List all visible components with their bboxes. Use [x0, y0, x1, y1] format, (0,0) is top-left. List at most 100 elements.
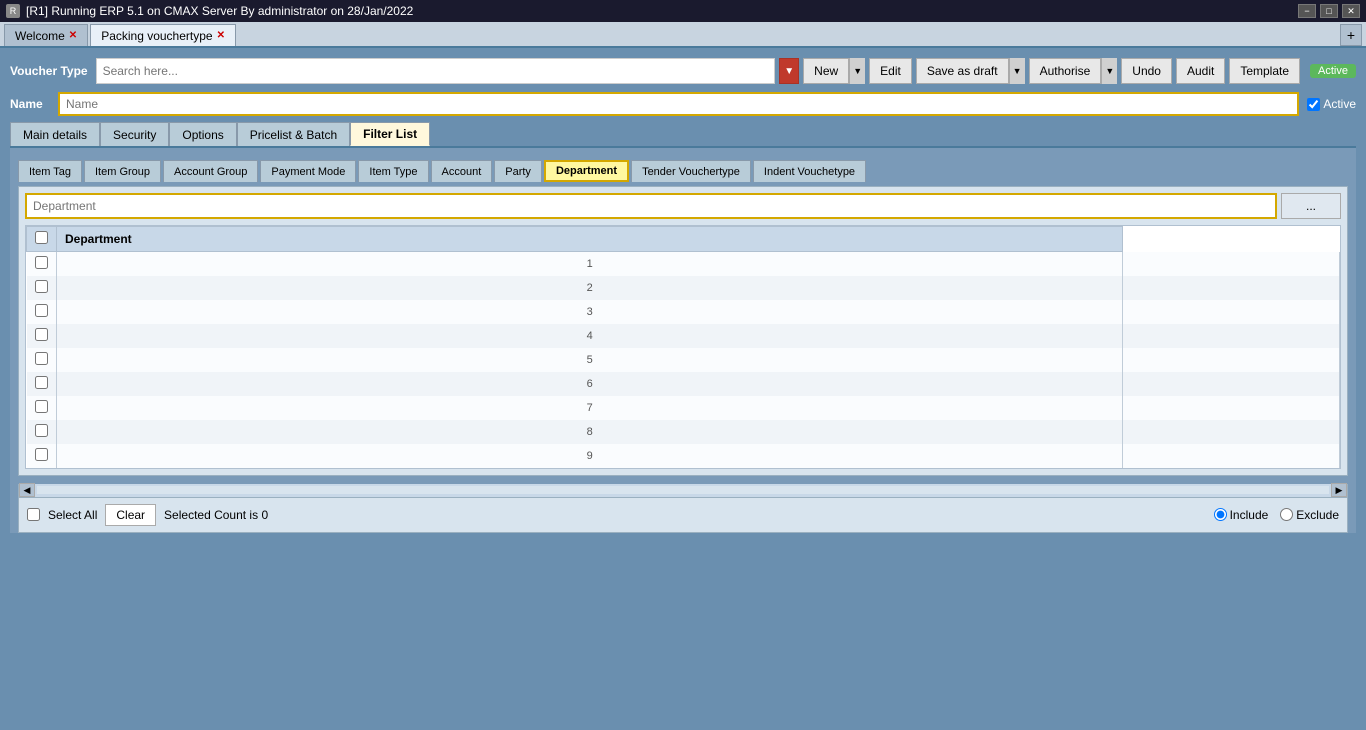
row-checkbox[interactable] [35, 400, 48, 413]
department-search-input[interactable] [25, 193, 1277, 219]
row-checkbox[interactable] [35, 304, 48, 317]
table-row[interactable]: 8 [27, 420, 1340, 444]
subtab-options[interactable]: Options [169, 122, 236, 146]
undo-button[interactable]: Undo [1121, 58, 1172, 84]
include-label: Include [1230, 508, 1269, 522]
row-number: 2 [57, 276, 1123, 300]
save-as-draft-button[interactable]: Save as draft [916, 58, 1009, 84]
hscroll-track[interactable] [37, 486, 1329, 494]
new-dropdown-arrow[interactable]: ▼ [849, 58, 865, 84]
table-row[interactable]: 4 [27, 324, 1340, 348]
voucher-type-search[interactable] [96, 58, 776, 84]
active-badge: Active [1310, 64, 1356, 78]
include-exclude-group: Include Exclude [1214, 508, 1339, 522]
active-checkbox[interactable] [1307, 98, 1320, 111]
titlebar-left: R [R1] Running ERP 5.1 on CMAX Server By… [6, 4, 413, 18]
header-checkbox[interactable] [35, 231, 48, 244]
row-checkbox-cell[interactable] [27, 396, 57, 420]
horizontal-scrollbar[interactable]: ◀ ▶ [18, 484, 1348, 498]
row-checkbox-cell[interactable] [27, 300, 57, 324]
tab-welcome[interactable]: Welcome ✕ [4, 24, 88, 46]
filter-tab-item-tag[interactable]: Item Tag [18, 160, 82, 182]
row-checkbox[interactable] [35, 352, 48, 365]
clear-button[interactable]: Clear [105, 504, 156, 526]
row-checkbox-cell[interactable] [27, 444, 57, 468]
filter-tab-indent-vouchetype[interactable]: Indent Vouchetype [753, 160, 866, 182]
selected-count-label: Selected Count is 0 [164, 508, 268, 522]
authorise-button[interactable]: Authorise [1029, 58, 1102, 84]
filter-tabs: Item Tag Item Group Account Group Paymen… [10, 156, 1356, 182]
titlebar: R [R1] Running ERP 5.1 on CMAX Server By… [0, 0, 1366, 22]
include-radio-label[interactable]: Include [1214, 508, 1269, 522]
filter-tab-payment-mode[interactable]: Payment Mode [260, 160, 356, 182]
subtab-filter-list[interactable]: Filter List [350, 122, 430, 146]
select-all-checkbox[interactable] [27, 508, 40, 521]
audit-button[interactable]: Audit [1176, 58, 1225, 84]
tab-packing-close[interactable]: ✕ [217, 30, 225, 41]
row-checkbox-cell[interactable] [27, 276, 57, 300]
save-draft-dropdown-arrow[interactable]: ▼ [1009, 58, 1025, 84]
new-button[interactable]: New [803, 58, 849, 84]
select-all-label[interactable]: Select All [48, 508, 97, 522]
table-row[interactable]: 7 [27, 396, 1340, 420]
new-btn-group: New ▼ [803, 58, 865, 84]
tab-welcome-label: Welcome [15, 29, 65, 43]
filter-tab-department[interactable]: Department [544, 160, 629, 182]
exclude-radio-label[interactable]: Exclude [1280, 508, 1339, 522]
row-checkbox-cell[interactable] [27, 372, 57, 396]
tab-welcome-close[interactable]: ✕ [69, 30, 77, 41]
edit-button[interactable]: Edit [869, 58, 912, 84]
filter-tab-item-type[interactable]: Item Type [358, 160, 428, 182]
name-label: Name [10, 97, 50, 111]
main-content: Voucher Type ▼ New ▼ Edit Save as draft … [0, 48, 1366, 730]
row-checkbox[interactable] [35, 448, 48, 461]
table-row[interactable]: 2 [27, 276, 1340, 300]
row-checkbox-cell[interactable] [27, 420, 57, 444]
table-row[interactable]: 3 [27, 300, 1340, 324]
voucher-type-dropdown-arrow[interactable]: ▼ [779, 58, 799, 84]
filter-tab-account-group[interactable]: Account Group [163, 160, 258, 182]
subtab-security[interactable]: Security [100, 122, 169, 146]
hscroll-right-arrow[interactable]: ▶ [1331, 483, 1347, 497]
filter-tab-account[interactable]: Account [431, 160, 493, 182]
tab-add-button[interactable]: + [1340, 24, 1362, 46]
name-row: Name Active [10, 92, 1356, 116]
subtab-main-details[interactable]: Main details [10, 122, 100, 146]
table-row[interactable]: 9 [27, 444, 1340, 468]
include-radio[interactable] [1214, 508, 1227, 521]
row-checkbox[interactable] [35, 328, 48, 341]
filter-tab-tender-vouchertype[interactable]: Tender Vouchertype [631, 160, 751, 182]
minimize-button[interactable]: − [1298, 4, 1316, 18]
tab-packing[interactable]: Packing vouchertype ✕ [90, 24, 236, 46]
template-button[interactable]: Template [1229, 58, 1300, 84]
close-button[interactable]: ✕ [1342, 4, 1360, 18]
row-department-value [1123, 420, 1340, 444]
name-input[interactable] [58, 92, 1299, 116]
row-checkbox[interactable] [35, 280, 48, 293]
toolbar: Voucher Type ▼ New ▼ Edit Save as draft … [10, 58, 1356, 84]
active-checkbox-label[interactable]: Active [1307, 97, 1356, 111]
maximize-button[interactable]: □ [1320, 4, 1338, 18]
filter-tab-item-group[interactable]: Item Group [84, 160, 161, 182]
dots-button[interactable]: ... [1281, 193, 1341, 219]
filter-tab-party[interactable]: Party [494, 160, 542, 182]
authorise-dropdown-arrow[interactable]: ▼ [1101, 58, 1117, 84]
app-icon: R [6, 4, 20, 18]
table-header-checkbox[interactable] [27, 227, 57, 252]
row-checkbox[interactable] [35, 376, 48, 389]
table-row[interactable]: 5 [27, 348, 1340, 372]
row-checkbox-cell[interactable] [27, 252, 57, 276]
row-number: 5 [57, 348, 1123, 372]
row-checkbox-cell[interactable] [27, 324, 57, 348]
exclude-radio[interactable] [1280, 508, 1293, 521]
subtab-pricelist-batch[interactable]: Pricelist & Batch [237, 122, 350, 146]
department-table-wrapper[interactable]: Department 1 2 3 4 5 [25, 225, 1341, 469]
row-checkbox-cell[interactable] [27, 348, 57, 372]
hscroll-left-arrow[interactable]: ◀ [19, 483, 35, 497]
table-row[interactable]: 1 [27, 252, 1340, 276]
row-checkbox[interactable] [35, 256, 48, 269]
table-row[interactable]: 6 [27, 372, 1340, 396]
tab-packing-label: Packing vouchertype [101, 29, 212, 43]
row-checkbox[interactable] [35, 424, 48, 437]
titlebar-controls: − □ ✕ [1298, 4, 1360, 18]
